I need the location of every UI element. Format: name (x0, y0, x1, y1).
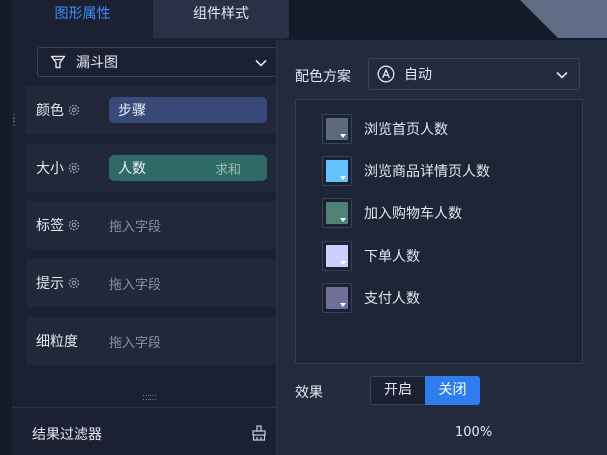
drop-field-placeholder: 拖入字段 (109, 277, 162, 293)
panel-resize-handle[interactable]: ⋮ ⋮ (9, 114, 19, 131)
funnel-icon (50, 55, 66, 69)
color-swatch-picker[interactable] (322, 241, 352, 271)
color-swatch (326, 160, 348, 182)
color-swatch (326, 245, 348, 267)
color-item[interactable]: 下单人数 (322, 241, 420, 271)
gear-icon[interactable] (67, 161, 81, 175)
field-row-color: 颜色 步骤 (26, 86, 276, 134)
color-scheme-select[interactable]: 自动 (368, 58, 580, 90)
gear-icon[interactable] (67, 218, 81, 232)
color-item[interactable]: 浏览商品详情页人数 (322, 156, 490, 186)
color-item-label: 支付人数 (364, 291, 420, 307)
pill-label: 步骤 (118, 103, 146, 119)
field-label-color: 颜色 (36, 86, 81, 134)
tab-component-style[interactable]: 组件样式 (153, 0, 289, 38)
field-label-text: 提示 (36, 276, 64, 292)
color-swatch (326, 287, 348, 309)
broom-icon[interactable] (250, 424, 268, 442)
color-list: 浏览首页人数 浏览商品详情页人数 加入购物车人数 下单人数 支付人数 (295, 99, 583, 364)
left-edge-strip (0, 0, 12, 455)
zoom-level: 100% (455, 425, 493, 440)
field-label-text: 细粒度 (36, 334, 78, 350)
drop-field-placeholder: 拖入字段 (109, 335, 162, 351)
effect-toggle: 开启 关闭 (370, 376, 480, 405)
color-scheme-popup: 配色方案 自动 浏览首页人数 浏览商品详情页人数 加入购物车人数 下单人数 支付… (276, 40, 607, 455)
chevron-down-icon (556, 71, 568, 79)
panel-tabs: 图形属性 组件样式 (12, 0, 289, 38)
color-item[interactable]: 加入购物车人数 (322, 198, 462, 228)
color-item-label: 加入购物车人数 (364, 206, 462, 222)
chart-type-label: 漏斗图 (76, 55, 118, 71)
color-item-label: 浏览首页人数 (364, 122, 448, 138)
color-swatch (326, 118, 348, 140)
field-row-label[interactable]: 标签 拖入字段 (26, 201, 276, 249)
color-swatch-picker[interactable] (322, 114, 352, 144)
color-item[interactable]: 支付人数 (322, 283, 420, 313)
tab-shape-properties[interactable]: 图形属性 (12, 0, 153, 38)
field-pill-count[interactable]: 人数 求和 (109, 155, 267, 181)
color-swatch (326, 202, 348, 224)
field-label-text: 标签 (36, 218, 64, 234)
color-item-label: 浏览商品详情页人数 (364, 164, 490, 180)
field-pill-step[interactable]: 步骤 (109, 97, 267, 123)
color-swatch-picker[interactable] (322, 283, 352, 313)
color-swatch-picker[interactable] (322, 156, 352, 186)
field-row-granularity[interactable]: 细粒度 拖入字段 (26, 317, 276, 365)
result-filter-label: 结果过滤器 (32, 427, 102, 443)
color-scheme-label: 配色方案 (295, 69, 351, 85)
result-filter-bar[interactable]: 结果过滤器 (12, 407, 285, 455)
pill-label: 人数 (118, 161, 146, 177)
effect-label: 效果 (295, 385, 323, 401)
field-row-tooltip[interactable]: 提示 拖入字段 (26, 259, 276, 307)
color-scheme-value: 自动 (404, 67, 432, 83)
color-item-label: 下单人数 (364, 249, 420, 265)
splitter-handle[interactable]: ⋯⋯ ⋯⋯ (142, 392, 160, 404)
field-label-text: 大小 (36, 161, 64, 177)
field-label-label: 标签 (36, 201, 81, 249)
effect-on-button[interactable]: 开启 (370, 376, 425, 405)
gear-icon[interactable] (67, 276, 81, 290)
pill-aggregate: 求和 (214, 162, 241, 178)
color-item[interactable]: 浏览首页人数 (322, 114, 448, 144)
color-swatch-picker[interactable] (322, 198, 352, 228)
field-label-tooltip: 提示 (36, 259, 81, 307)
gear-icon[interactable] (67, 103, 81, 117)
field-label-text: 颜色 (36, 103, 64, 119)
field-label-size: 大小 (36, 144, 81, 192)
field-row-size: 大小 人数 求和 (26, 144, 276, 192)
effect-off-button[interactable]: 关闭 (425, 376, 480, 405)
drop-field-placeholder: 拖入字段 (109, 219, 162, 235)
chart-type-select[interactable]: 漏斗图 (37, 47, 277, 77)
chevron-down-icon (255, 59, 267, 67)
field-label-granularity: 细粒度 (36, 317, 78, 365)
auto-a-icon (377, 65, 395, 83)
corner-decoration (520, 0, 607, 38)
